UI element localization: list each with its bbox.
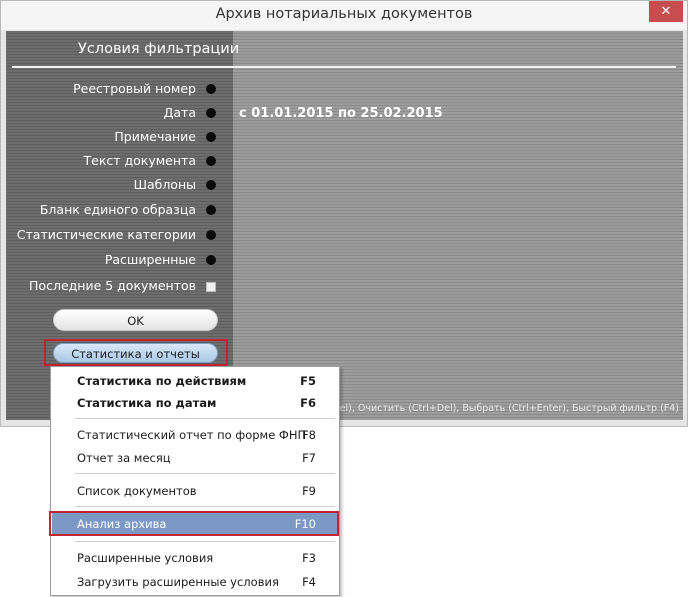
filter-label: Расширенные bbox=[104, 252, 196, 267]
menu-item-stats-by-dates[interactable]: Статистика по датам F6 bbox=[52, 392, 338, 414]
menu-item-label: Статистический отчет по форме ФНП bbox=[77, 428, 307, 442]
filter-row-note[interactable]: Примечание bbox=[6, 129, 216, 147]
filter-state-dot-icon bbox=[206, 132, 216, 142]
menu-item-fnp-report[interactable]: Статистический отчет по форме ФНП F8 bbox=[52, 424, 338, 446]
menu-item-document-list[interactable]: Список документов F9 bbox=[52, 480, 338, 502]
menu-item-load-extended-conditions[interactable]: Загрузить расширенные условия F4 bbox=[52, 571, 338, 593]
menu-item-shortcut: F6 bbox=[300, 396, 316, 410]
filter-row-statistical-categories[interactable]: Статистические категории bbox=[6, 227, 216, 245]
menu-separator bbox=[75, 506, 335, 507]
filter-row-date[interactable]: Дата bbox=[6, 105, 216, 123]
menu-separator bbox=[75, 418, 335, 419]
statistics-reports-button[interactable]: Статистика и отчеты bbox=[53, 343, 218, 363]
filter-label: Последние 5 документов bbox=[29, 278, 196, 293]
menu-item-stats-by-actions[interactable]: Статистика по действиям F5 bbox=[52, 370, 338, 392]
menu-item-shortcut: F4 bbox=[302, 575, 316, 589]
menu-item-shortcut: F8 bbox=[302, 428, 316, 442]
filter-label: Реестровый номер bbox=[73, 81, 196, 96]
window-title: Архив нотариальных документов bbox=[215, 6, 473, 22]
menu-item-label: Статистика по датам bbox=[77, 396, 217, 410]
filter-label: Дата bbox=[163, 105, 196, 120]
menu-item-shortcut: F3 bbox=[302, 551, 316, 565]
ok-button[interactable]: OK bbox=[53, 309, 218, 331]
close-icon: ✕ bbox=[660, 4, 672, 19]
menu-item-label: Отчет за месяц bbox=[77, 451, 171, 465]
menu-separator bbox=[75, 473, 335, 474]
close-button[interactable]: ✕ bbox=[649, 1, 683, 22]
filter-state-dot-icon bbox=[206, 180, 216, 190]
menu-item-label: Список документов bbox=[77, 484, 197, 498]
filter-state-dot-icon bbox=[206, 84, 216, 94]
filter-row-document-text[interactable]: Текст документа bbox=[6, 153, 216, 171]
filter-state-dot-icon bbox=[206, 108, 216, 118]
menu-item-label: Расширенные условия bbox=[77, 551, 214, 565]
menu-item-extended-conditions[interactable]: Расширенные условия F3 bbox=[52, 547, 338, 569]
filter-label: Бланк единого образца bbox=[39, 202, 196, 217]
filter-row-uniform-blank[interactable]: Бланк единого образца bbox=[6, 202, 216, 220]
menu-item-shortcut: F5 bbox=[300, 374, 316, 388]
title-bar: Архив нотариальных документов ✕ bbox=[1, 1, 687, 30]
filter-row-templates[interactable]: Шаблоны bbox=[6, 177, 216, 195]
menu-separator bbox=[75, 541, 335, 542]
menu-item-label: Загрузить расширенные условия bbox=[77, 575, 279, 589]
archive-analysis-highlight bbox=[49, 511, 339, 536]
filter-row-last-5-documents[interactable]: Последние 5 документов bbox=[6, 278, 216, 296]
menu-item-shortcut: F9 bbox=[302, 484, 316, 498]
filter-state-dot-icon bbox=[206, 255, 216, 265]
heading-divider bbox=[12, 66, 676, 68]
filter-row-registry-number[interactable]: Реестровый номер bbox=[6, 81, 216, 99]
filter-label: Текст документа bbox=[83, 153, 196, 168]
archive-window: Архив нотариальных документов ✕ Условия … bbox=[0, 0, 688, 427]
filter-label: Шаблоны bbox=[133, 177, 196, 192]
menu-item-monthly-report[interactable]: Отчет за месяц F7 bbox=[52, 447, 338, 469]
filter-state-dot-icon bbox=[206, 205, 216, 215]
filter-panel: Условия фильтрации Реестровый номер Дата… bbox=[6, 31, 683, 420]
filter-row-extended[interactable]: Расширенные bbox=[6, 252, 216, 270]
menu-item-shortcut: F7 bbox=[302, 451, 316, 465]
filter-state-dot-icon bbox=[206, 156, 216, 166]
date-filter-value: с 01.01.2015 по 25.02.2015 bbox=[239, 106, 443, 121]
statistics-reports-menu: Статистика по действиям F5 Статистика по… bbox=[49, 366, 340, 596]
menu-item-label: Статистика по действиям bbox=[77, 374, 247, 388]
keyboard-hint: ...лить (Del), Очистить (Ctrl+Del), Выбр… bbox=[293, 403, 679, 414]
last-5-documents-checkbox[interactable] bbox=[206, 282, 216, 292]
filter-label: Примечание bbox=[114, 129, 196, 144]
filter-label: Статистические категории bbox=[16, 227, 196, 242]
filter-state-dot-icon bbox=[206, 230, 216, 240]
filter-heading: Условия фильтрации bbox=[78, 41, 240, 57]
